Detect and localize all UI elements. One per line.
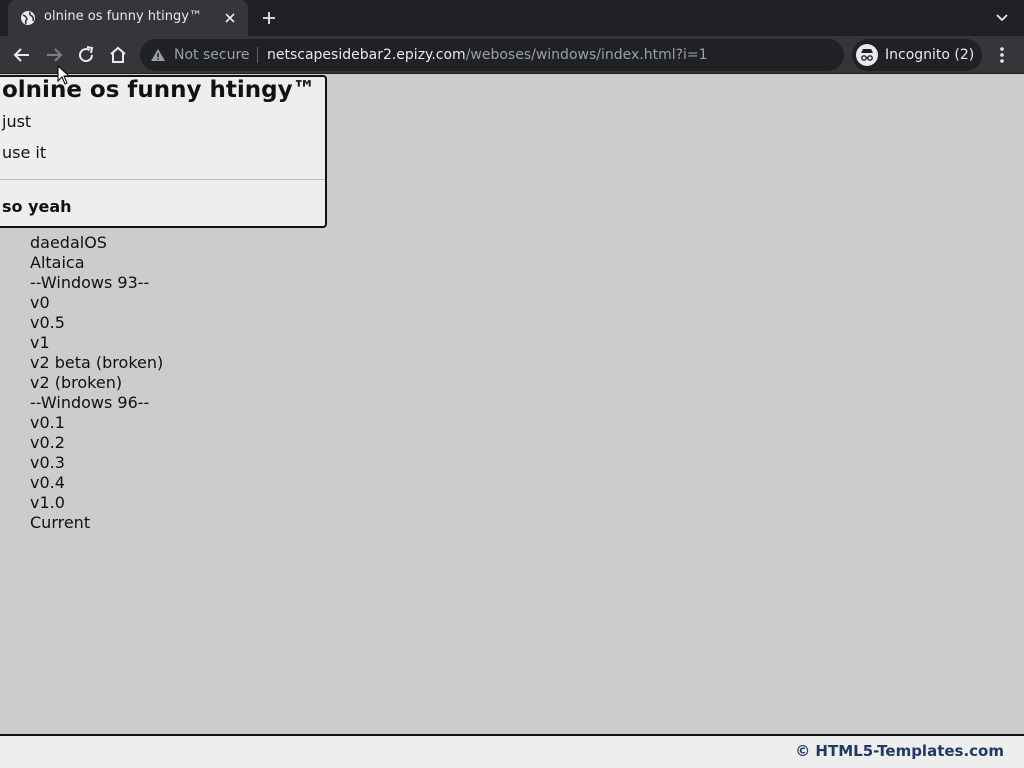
popup-footer-text: so yeah bbox=[2, 197, 72, 216]
reload-icon[interactable] bbox=[76, 45, 96, 65]
list-section-header: --Windows 96-- bbox=[30, 393, 150, 412]
popup-text-line: use it bbox=[2, 143, 47, 162]
list-item[interactable]: v2 (broken) bbox=[30, 373, 163, 393]
forward-arrow-icon[interactable] bbox=[44, 45, 64, 65]
list-item[interactable]: v0.5 bbox=[30, 313, 163, 333]
os-link-list: AaronOS daedalOS Altaica --Windows 93-- … bbox=[30, 213, 163, 533]
list-item[interactable]: v0.1 bbox=[30, 413, 163, 433]
address-divider bbox=[257, 47, 258, 63]
list-item[interactable]: v1 bbox=[30, 333, 163, 353]
list-item[interactable]: v0.2 bbox=[30, 433, 163, 453]
tab-title: olnine os funny htingy™ bbox=[44, 9, 202, 24]
list-item[interactable]: v0 bbox=[30, 293, 163, 313]
active-tab[interactable]: olnine os funny htingy™ bbox=[8, 0, 248, 36]
mouse-cursor-icon bbox=[57, 65, 71, 85]
list-item[interactable]: daedalOS bbox=[30, 233, 163, 253]
more-menu-icon[interactable] bbox=[996, 45, 1008, 65]
browser-toolbar: Not secure netscapesidebar2.epizy.com/we… bbox=[0, 36, 1024, 74]
list-item[interactable]: v0.3 bbox=[30, 453, 163, 473]
globe-icon bbox=[21, 11, 35, 25]
list-item[interactable]: v1.0 bbox=[30, 493, 163, 513]
list-item[interactable]: v0.4 bbox=[30, 473, 163, 493]
footer-credit-link[interactable]: © HTML5-Templates.com bbox=[795, 742, 1004, 760]
warning-icon[interactable] bbox=[150, 48, 166, 62]
security-status-label[interactable]: Not secure bbox=[174, 47, 250, 63]
list-item[interactable]: Current bbox=[30, 513, 163, 533]
close-icon[interactable] bbox=[222, 10, 238, 26]
new-tab-plus-icon[interactable] bbox=[260, 9, 278, 27]
incognito-icon bbox=[856, 44, 878, 66]
info-popup: olnine os funny htingy™ just use it so y… bbox=[0, 75, 327, 228]
popup-title: olnine os funny htingy™ bbox=[2, 77, 316, 103]
url-text[interactable]: netscapesidebar2.epizy.com/weboses/windo… bbox=[267, 47, 708, 63]
url-path: /weboses/windows/index.html?i=1 bbox=[465, 47, 708, 63]
list-item[interactable]: Altaica bbox=[30, 253, 163, 273]
page-footer: © HTML5-Templates.com bbox=[0, 734, 1024, 768]
popup-divider bbox=[0, 179, 325, 180]
tab-strip: olnine os funny htingy™ bbox=[0, 0, 1024, 36]
home-icon[interactable] bbox=[108, 45, 128, 65]
url-host: netscapesidebar2.epizy.com bbox=[267, 47, 466, 63]
popup-text-line: just bbox=[2, 112, 32, 131]
back-arrow-icon[interactable] bbox=[12, 45, 32, 65]
tab-search-chevron-icon[interactable] bbox=[994, 11, 1010, 25]
list-item[interactable]: v2 beta (broken) bbox=[30, 353, 163, 373]
address-bar[interactable]: Not secure netscapesidebar2.epizy.com/we… bbox=[140, 39, 844, 71]
incognito-button[interactable]: Incognito (2) bbox=[852, 39, 982, 71]
incognito-label: Incognito (2) bbox=[885, 47, 975, 63]
list-section-header: --Windows 93-- bbox=[30, 273, 150, 292]
